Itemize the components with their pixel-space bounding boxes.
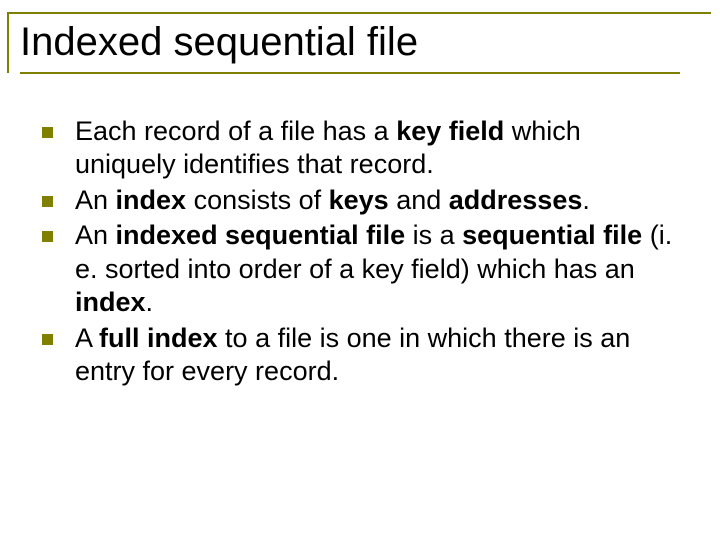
bullet-text: An index consists of keys and addresses.	[75, 184, 590, 217]
slide-title: Indexed sequential file	[20, 20, 418, 65]
bullet-text: Each record of a file has a key field wh…	[75, 115, 682, 182]
bullet-icon	[42, 127, 53, 138]
title-rule-left	[7, 12, 9, 73]
list-item: A full index to a file is one in which t…	[42, 322, 682, 389]
bullet-icon	[42, 334, 53, 345]
title-rule-top	[7, 12, 711, 14]
bullet-icon	[42, 231, 53, 242]
title-underline	[20, 72, 680, 74]
bullet-text: A full index to a file is one in which t…	[75, 322, 682, 389]
slide: Indexed sequential file Each record of a…	[0, 0, 720, 540]
bullet-list: Each record of a file has a key field wh…	[42, 115, 682, 391]
list-item: An indexed sequential file is a sequenti…	[42, 219, 682, 319]
bullet-text: An indexed sequential file is a sequenti…	[75, 219, 682, 319]
bullet-icon	[42, 196, 53, 207]
list-item: An index consists of keys and addresses.	[42, 184, 682, 217]
list-item: Each record of a file has a key field wh…	[42, 115, 682, 182]
